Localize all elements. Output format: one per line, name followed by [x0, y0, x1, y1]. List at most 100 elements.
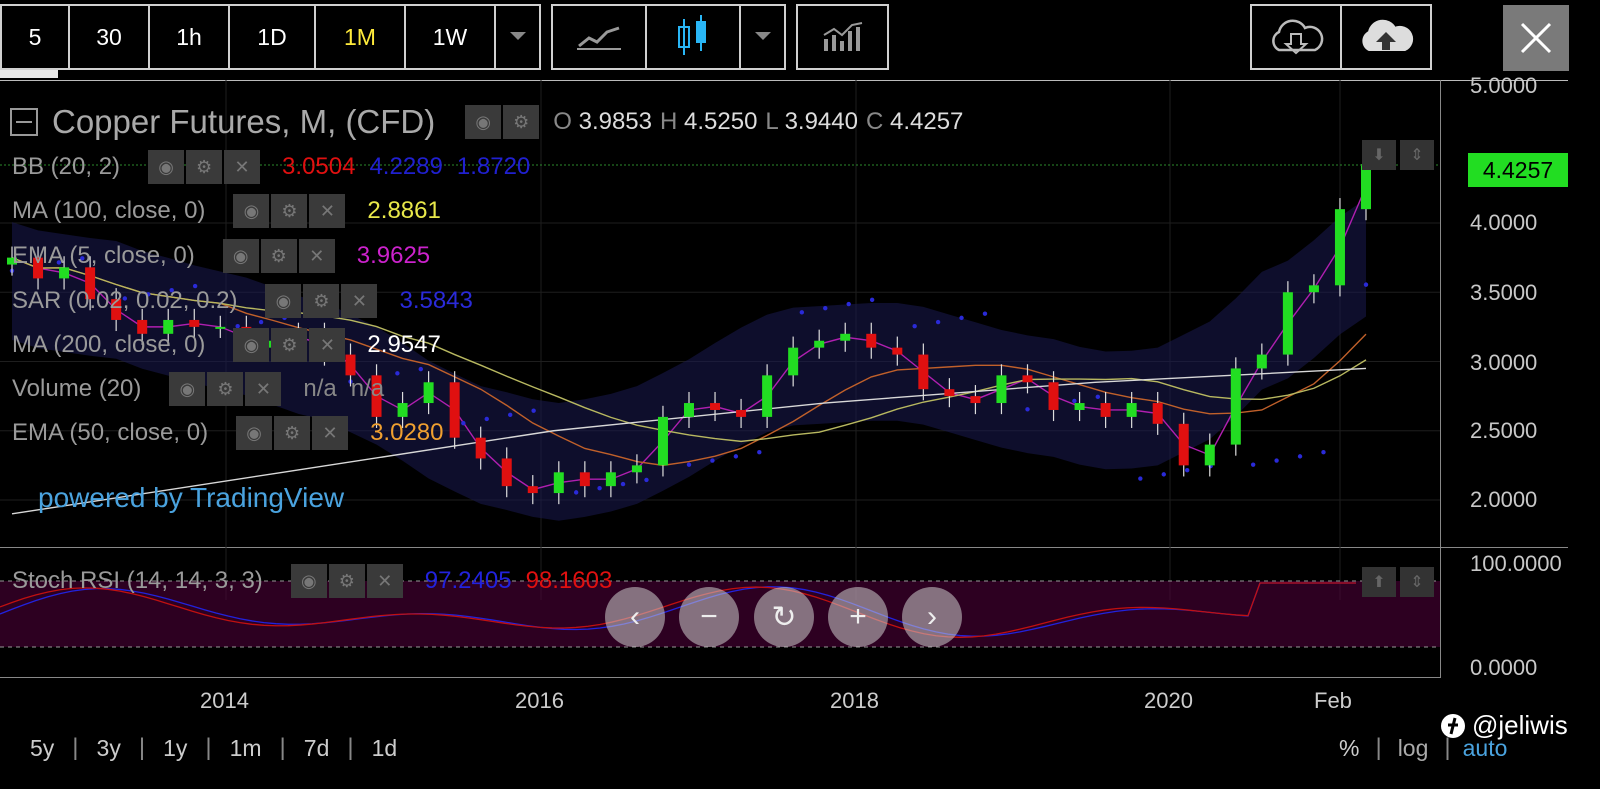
eye-icon[interactable]: ◉: [236, 416, 273, 450]
collapse-icon[interactable]: [10, 108, 38, 136]
gear-icon[interactable]: ⚙: [503, 105, 540, 139]
legend-actions: ◉ ⚙ ✕: [236, 416, 350, 450]
chevron-right-icon: ›: [927, 600, 937, 633]
sar-dot: [1363, 282, 1369, 287]
interval-1w[interactable]: 1W: [406, 6, 496, 68]
legend-row: Volume (20) ◉ ⚙ ✕ n/a n/a: [12, 372, 398, 406]
candle-body: [657, 416, 668, 466]
interval-dropdown[interactable]: [496, 6, 539, 68]
candle-body: [527, 486, 538, 494]
close-button[interactable]: [1503, 5, 1569, 71]
candle-style-button[interactable]: [647, 6, 741, 68]
legend-name: Volume (20): [12, 375, 142, 402]
sar-dot: [1297, 454, 1303, 459]
expand-icon[interactable]: ⇕: [1400, 567, 1434, 597]
legend-name: EMA (50, close, 0): [12, 419, 209, 446]
gear-icon[interactable]: ⚙: [271, 328, 308, 362]
remove-icon[interactable]: ✕: [309, 328, 346, 362]
range-5y[interactable]: 5y: [0, 735, 72, 762]
sar-dot: [823, 305, 828, 311]
sar-dot: [258, 319, 264, 325]
zoom-out-button[interactable]: −: [679, 587, 739, 647]
cloud-download-icon: [1272, 19, 1324, 55]
legend-name: SAR (0.02, 0.02, 0.2): [12, 287, 238, 314]
eye-icon[interactable]: ◉: [148, 150, 185, 184]
candle-body: [762, 375, 773, 417]
ohlc-close: C 4.4257: [865, 108, 964, 135]
chart-style-dropdown[interactable]: [741, 6, 784, 68]
candlestick-icon: [678, 15, 706, 55]
sar-dot: [1321, 450, 1326, 455]
cloud-upload-button[interactable]: [1342, 6, 1430, 68]
sar-dot: [686, 462, 692, 467]
eye-icon[interactable]: ◉: [465, 105, 502, 139]
gear-icon[interactable]: ⚙: [303, 284, 340, 318]
eye-icon[interactable]: ◉: [233, 194, 270, 228]
range-7d[interactable]: 7d: [286, 735, 348, 762]
range-1m[interactable]: 1m: [212, 735, 280, 762]
remove-icon[interactable]: ✕: [341, 284, 378, 318]
eye-icon[interactable]: ◉: [233, 328, 270, 362]
eye-icon[interactable]: ◉: [290, 564, 327, 598]
interval-1m[interactable]: 1M: [316, 6, 406, 68]
pane-controls: ⬇ ⇕: [1362, 140, 1434, 170]
cloud-download-button[interactable]: [1252, 6, 1342, 68]
candle-body: [970, 396, 981, 404]
reset-button[interactable]: ↻: [754, 587, 814, 647]
minus-icon: −: [700, 600, 718, 633]
scale-percent[interactable]: %: [1323, 735, 1375, 762]
gear-icon[interactable]: ⚙: [271, 194, 308, 228]
eye-icon[interactable]: ◉: [265, 284, 302, 318]
gear-icon[interactable]: ⚙: [207, 372, 244, 406]
interval-30[interactable]: 30: [70, 6, 150, 68]
remove-icon[interactable]: ✕: [312, 416, 349, 450]
remove-icon[interactable]: ✕: [245, 372, 282, 406]
interval-1h[interactable]: 1h: [150, 6, 230, 68]
time-tick-label: 2020: [1144, 688, 1193, 713]
scale-log[interactable]: log: [1382, 735, 1445, 762]
range-1d[interactable]: 1d: [354, 735, 416, 762]
gear-icon[interactable]: ⚙: [328, 564, 365, 598]
remove-icon[interactable]: ✕: [298, 239, 335, 273]
price-tick-label: 5.0000: [1470, 73, 1538, 98]
time-tick-label: 2014: [200, 688, 249, 713]
sar-dot: [1161, 472, 1166, 477]
scroll-left-button[interactable]: ‹: [605, 587, 665, 647]
candle-body: [840, 333, 851, 341]
candle-body: [501, 458, 512, 487]
candle-body: [892, 347, 903, 355]
sar-dot: [935, 319, 941, 325]
interval-5[interactable]: 5: [2, 6, 70, 68]
chevron-down-icon: [509, 32, 526, 40]
powered-by[interactable]: powered by TradingView: [38, 482, 344, 514]
line-chart-icon: [577, 26, 621, 50]
candle-body: [710, 403, 721, 410]
remove-icon[interactable]: ✕: [366, 564, 403, 598]
interval-1d[interactable]: 1D: [230, 6, 316, 68]
line-style-button[interactable]: [553, 6, 647, 68]
zoom-in-button[interactable]: +: [828, 587, 888, 647]
arrow-down-icon[interactable]: ⬇: [1362, 140, 1396, 170]
sar-dot: [531, 408, 536, 413]
range-3y[interactable]: 3y: [79, 735, 139, 762]
range-1y[interactable]: 1y: [145, 735, 205, 762]
arrow-up-icon[interactable]: ⬆: [1362, 567, 1396, 597]
candle-body: [814, 340, 825, 348]
scroll-right-button[interactable]: ›: [902, 587, 962, 647]
eye-icon[interactable]: ◉: [169, 372, 206, 406]
indicators-button[interactable]: [798, 6, 887, 68]
legend-row: MA (200, close, 0) ◉ ⚙ ✕ 2.9547: [12, 328, 455, 362]
eye-icon[interactable]: ◉: [222, 239, 259, 273]
indicators-icon: [822, 22, 862, 51]
indicators-group: [796, 4, 889, 70]
gear-icon[interactable]: ⚙: [274, 416, 311, 450]
gear-icon[interactable]: ⚙: [260, 239, 297, 273]
sar-dot: [869, 297, 875, 303]
candle-body: [1334, 209, 1345, 286]
remove-icon[interactable]: ✕: [224, 150, 261, 184]
gear-icon[interactable]: ⚙: [186, 150, 223, 184]
watermark: @jeliwis: [1440, 710, 1568, 741]
remove-icon[interactable]: ✕: [309, 194, 346, 228]
expand-icon[interactable]: ⇕: [1400, 140, 1434, 170]
candle-body: [944, 389, 955, 397]
